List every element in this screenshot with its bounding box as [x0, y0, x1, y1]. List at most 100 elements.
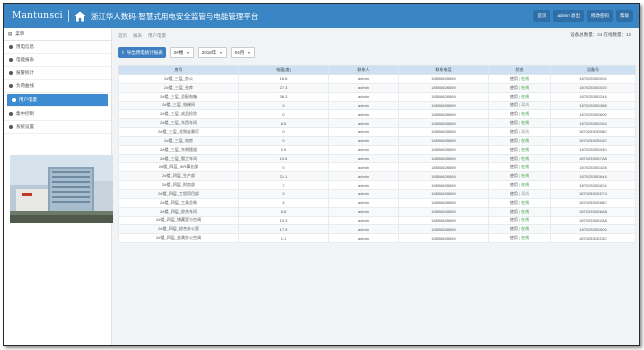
- table-cell: 使用 | 在线: [488, 109, 551, 120]
- table-cell: admin: [328, 171, 399, 182]
- table-cell: admin: [328, 162, 399, 173]
- table-cell: 18506826569: [398, 153, 489, 164]
- column-header[interactable]: 联系人: [328, 65, 399, 75]
- table-row[interactable]: 2#楼_三层_镀工车间 10.6 admin 18506826569 使用 | 在线 18…: [118, 153, 636, 164]
- sidebar-item-central-control[interactable]: 集中控制: [4, 108, 111, 121]
- table-row[interactable]: 2#楼_四层_储藏室与空调 10.3 admin 18506826569 使用 | 在线…: [118, 215, 636, 226]
- table-row[interactable]: 2#楼_三层_总配电箱 38.3 admin 18506826569 使用 | 在线 18…: [118, 91, 636, 102]
- table-row[interactable]: 2#楼_三层_北侧走廊灯 0 admin 18506826569 使用 | 离线 1870…: [118, 127, 636, 137]
- table-row[interactable]: 2#楼_四层_工具总装 4 admin 18506826569 使用 | 在线 18702…: [118, 197, 636, 208]
- table-cell: admin: [328, 82, 399, 93]
- table-row[interactable]: 2#楼_三层_东侧楼道 2.9 admin 18506826569 使用 | 在线 187…: [118, 144, 636, 155]
- curve-icon: [9, 84, 13, 88]
- table-row[interactable]: 2#楼_四层_生产部 21.1 admin 18506826569 使用 | 在线 187…: [118, 171, 636, 182]
- online-status-badge: 在线: [521, 84, 530, 90]
- report-icon: [9, 58, 13, 62]
- table-row[interactable]: 2#楼_四层_综合办公室 17.9 admin 18506826569 使用 | 在线 1…: [118, 224, 636, 235]
- online-status-badge: 在线: [521, 155, 530, 161]
- energy-table: 房号 电量(度) 联系人 联系电话 状态 设备号 2#楼_三层_办公 16.8 admin 18…: [118, 65, 636, 244]
- online-status-badge: 离线: [521, 190, 530, 196]
- sidebar-item-load-curve[interactable]: 负荷曲线: [4, 80, 111, 93]
- building-select[interactable]: 2#楼 ▼: [169, 47, 194, 58]
- table-cell: 18506826569: [398, 180, 489, 190]
- table-cell: 18702530DD74: [550, 188, 636, 199]
- table-cell: 2#楼_三层_办公: [118, 74, 239, 84]
- usage-status: 使用: [509, 128, 518, 134]
- column-header[interactable]: 状态: [488, 65, 551, 75]
- usage-status: 使用: [509, 111, 518, 117]
- chevron-down-icon: ▼: [186, 50, 190, 55]
- table-cell: 使用 | 在线: [488, 162, 551, 173]
- home-button[interactable]: 首页: [533, 10, 551, 22]
- sidebar-item-energy-report[interactable]: 电能报表: [4, 54, 111, 67]
- sidebar-item-system-settings[interactable]: 系统设置: [4, 121, 111, 134]
- table-row[interactable]: 2#楼_四层_金属办公空调 1.1 admin 18506826569 使用 | 在线 1…: [118, 233, 636, 244]
- column-header[interactable]: 房号: [118, 65, 239, 75]
- column-header[interactable]: 设备号: [550, 65, 636, 75]
- logout-button[interactable]: admin 退出: [553, 10, 584, 22]
- table-row[interactable]: 2#楼_四层_工程项目部 0 admin 18506826569 使用 | 离线 1870…: [118, 188, 636, 199]
- usage-status: 使用: [509, 155, 518, 161]
- help-button[interactable]: 帮助: [616, 10, 633, 22]
- home-icon[interactable]: [74, 11, 86, 22]
- export-icon: ⇪: [121, 49, 125, 55]
- table-cell: 18702530D644: [550, 171, 636, 182]
- table-cell: admin: [328, 224, 399, 235]
- table-row[interactable]: 2#楼_四层_财务部 7 admin 18506826569 使用 | 在线 187025…: [118, 180, 636, 190]
- table-cell: 18702530D388: [550, 100, 636, 111]
- table-row[interactable]: 2#楼_三层_成品检验 0 admin 18506826569 使用 | 在线 18702…: [118, 109, 636, 120]
- table-cell: admin: [328, 74, 399, 84]
- table-row[interactable]: 2#楼_三层_电梯间 0 admin 18506826569 使用 | 离线 187025…: [118, 100, 636, 111]
- table-cell: 18506826569: [398, 127, 489, 137]
- table-cell: 2#楼_三层_北侧走廊灯: [118, 127, 239, 137]
- table-cell: 18702530D600: [550, 109, 636, 120]
- change-password-button[interactable]: 修改密码: [587, 10, 613, 22]
- online-status-badge: 在线: [521, 199, 530, 205]
- online-status-badge: 在线: [521, 173, 530, 179]
- table-cell: admin: [328, 215, 399, 226]
- system-title: 浙江华人数码·智慧式用电安全监管与电能管理平台: [90, 11, 259, 21]
- table-cell: 18506826569: [398, 109, 489, 120]
- breadcrumb-reports[interactable]: 报表: [133, 33, 142, 39]
- table-cell: 18702530D004: [550, 74, 636, 84]
- table-cell: 18506826569: [398, 118, 489, 129]
- table-row[interactable]: 2#楼_四层_IKR事业部 0 admin 18506826569 使用 | 在线 187…: [118, 162, 636, 173]
- table-cell: 18702530D7A8: [550, 153, 636, 164]
- table-cell: 2#楼_四层_金属办公空调: [118, 233, 239, 244]
- table-cell: 2#楼_三层_成品检验: [118, 109, 239, 120]
- month-select[interactable]: 04月 ▼: [230, 47, 255, 58]
- column-header[interactable]: 电量(度): [238, 65, 329, 75]
- table-cell: 1.1: [238, 233, 329, 244]
- table-cell: 2#楼_三层_东西车间: [118, 118, 239, 129]
- table-cell: 38.3: [238, 91, 329, 102]
- usage-status: 使用: [509, 84, 518, 90]
- table-cell: 使用 | 在线: [488, 74, 551, 84]
- table-row[interactable]: 2#楼_四层_综合车间 6.8 admin 18506826569 使用 | 在线 187…: [118, 206, 636, 217]
- column-header[interactable]: 联系电话: [398, 65, 489, 75]
- table-cell: 0: [238, 188, 329, 199]
- export-report-button[interactable]: ⇪ 导出用电统计报表: [118, 47, 166, 58]
- table-cell: 18506826569: [398, 171, 489, 182]
- year-select[interactable]: 2018年 ▼: [197, 47, 227, 58]
- table-cell: admin: [328, 135, 399, 146]
- table-cell: 2#楼_四层_综合办公室: [118, 224, 239, 235]
- table-row[interactable]: 2#楼_三层_东西车间 8.5 admin 18506826569 使用 | 在线 187…: [118, 118, 636, 129]
- breadcrumb-home[interactable]: 首页: [118, 33, 127, 39]
- sidebar-item-user-energy[interactable]: 用户电量: [7, 94, 108, 107]
- header-divider: [67, 10, 69, 22]
- table-cell: admin: [328, 180, 399, 190]
- table-cell: 0: [238, 162, 329, 173]
- sidebar-item-alarm-stats[interactable]: 报警统计: [4, 67, 111, 80]
- usage-status: 使用: [509, 199, 518, 205]
- table-body: 2#楼_三层_办公 16.8 admin 18506826569 使用 | 在线 1870…: [118, 74, 636, 244]
- table-row[interactable]: 2#楼_三层_仓库 27.3 admin 18506826569 使用 | 在线 1870…: [118, 82, 636, 93]
- table-cell: 2#楼_三层_总配电箱: [118, 91, 239, 102]
- table-cell: 18702530D6A8: [550, 206, 636, 217]
- sidebar-item-power-info[interactable]: 用电信息: [4, 41, 111, 54]
- table-row[interactable]: 2#楼_三层_电房 0 admin 18506826569 使用 | 在线 1870253…: [118, 135, 636, 146]
- table-cell: 18506826569: [398, 91, 489, 102]
- usage-status: 使用: [509, 226, 518, 232]
- table-cell: 18702530D68C: [550, 197, 636, 208]
- table-cell: 使用 | 在线: [488, 180, 551, 190]
- table-row[interactable]: 2#楼_三层_办公 16.8 admin 18506826569 使用 | 在线 1870…: [118, 74, 636, 84]
